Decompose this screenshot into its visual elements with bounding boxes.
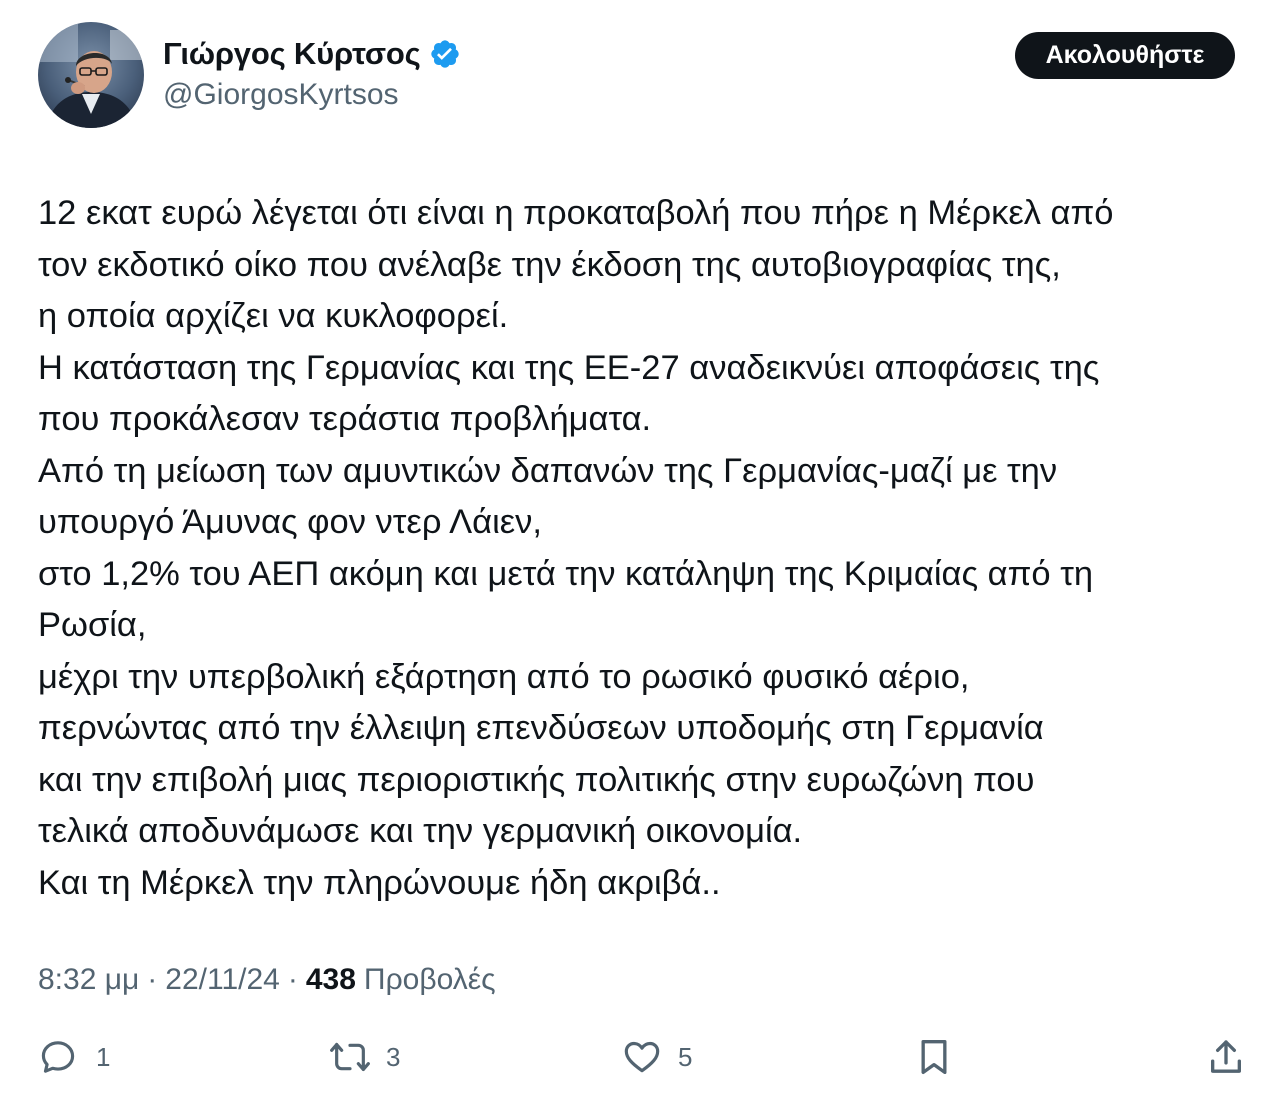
retweet-count: 3 <box>386 1041 401 1072</box>
tweet-time[interactable]: 8:32 μμ <box>38 963 139 997</box>
bookmark-icon <box>914 1037 954 1077</box>
reply-button[interactable]: 1 <box>38 1034 110 1080</box>
views-count: 438 <box>305 963 356 996</box>
meta-separator: · <box>287 963 298 996</box>
tweet-text-line: τον εκδοτικό οίκο που ανέλαβε την έκδοση… <box>38 245 1061 284</box>
reply-icon <box>38 1037 78 1077</box>
tweet-text-line: Η κατάσταση της Γερμανίας και της ΕΕ-27 … <box>38 348 1100 387</box>
avatar[interactable] <box>38 22 144 128</box>
author-handle[interactable]: @GiorgosKyrtsos <box>163 78 399 112</box>
follow-button[interactable]: Ακολουθήστε <box>1015 32 1235 79</box>
tweet-meta: 8:32 μμ · 22/11/24 · 438 Προβολές <box>38 958 496 1002</box>
retweet-icon <box>328 1037 372 1077</box>
bookmark-button[interactable] <box>914 1034 954 1080</box>
tweet-text-line: που προκάλεσαν τεράστια προβλήματα. <box>38 400 652 438</box>
share-icon <box>1206 1037 1246 1077</box>
tweet-text-line: μέχρι την υπερβολική εξάρτηση από το ρωσ… <box>38 657 970 696</box>
like-button[interactable]: 5 <box>622 1034 692 1080</box>
meta-separator: · <box>147 963 158 996</box>
author-display-name[interactable]: Γιώργος Κύρτσος <box>163 36 421 72</box>
author-name-row: Γιώργος Κύρτσος <box>163 34 461 74</box>
tweet-text-line: Ρωσία, <box>38 606 147 644</box>
like-count: 5 <box>678 1041 693 1072</box>
tweet-text-line: υπουργό Άμυνας φον ντερ Λάιεν, <box>38 503 542 541</box>
tweet-date[interactable]: 22/11/24 <box>165 963 280 997</box>
tweet-text: 12 εκατ ευρώ λέγεται ότι είναι η προκατα… <box>38 188 1258 909</box>
tweet-text-line: περνώντας από την έλλειψη επενδύσεων υπο… <box>38 709 1044 747</box>
avatar-image <box>38 22 144 128</box>
views-label: Προβολές <box>363 963 496 996</box>
share-button[interactable] <box>1206 1034 1246 1080</box>
reply-count: 1 <box>96 1041 111 1072</box>
verified-badge-icon <box>429 38 461 70</box>
heart-icon <box>622 1037 662 1077</box>
tweet-text-line: τελικά αποδυνάμωσε και την γερμανική οικ… <box>38 812 803 850</box>
tweet-card: Γιώργος Κύρτσος @GiorgosKyrtsos Ακολουθή… <box>0 0 1286 1094</box>
tweet-text-line: στο 1,2% του ΑΕΠ ακόμη και μετά την κατά… <box>38 554 1094 593</box>
retweet-button[interactable]: 3 <box>328 1034 400 1080</box>
tweet-text-line: 12 εκατ ευρώ λέγεται ότι είναι η προκατα… <box>38 194 1114 232</box>
tweet-text-line: Από τη μείωση των αμυντικών δαπανών της … <box>38 451 1058 490</box>
tweet-text-line: η οποία αρχίζει να κυκλοφορεί. <box>38 297 509 335</box>
tweet-text-line: Και τη Μέρκελ την πληρώνουμε ήδη ακριβά.… <box>38 863 721 902</box>
tweet-text-line: και την επιβολή μιας περιοριστικής πολιτ… <box>38 760 1035 799</box>
